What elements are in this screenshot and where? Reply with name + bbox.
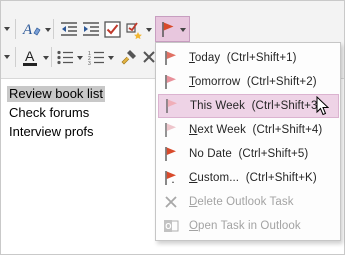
menu-item-label: Delete Outlook Task <box>189 196 294 208</box>
svg-text:A: A <box>22 22 33 38</box>
svg-text:3: 3 <box>88 61 91 65</box>
menu-item-next-week[interactable]: Next Week (Ctrl+Shift+4) <box>158 118 339 142</box>
menu-item-today[interactable]: Today (Ctrl+Shift+1) <box>158 46 339 70</box>
menu-item-tomorrow[interactable]: Tomorrow (Ctrl+Shift+2) <box>158 70 339 94</box>
menu-item-label: Next Week (Ctrl+Shift+4) <box>189 124 323 136</box>
font-color-dropdown-icon[interactable] <box>43 56 49 60</box>
menu-item-label: No Date (Ctrl+Shift+5) <box>189 148 309 160</box>
tag-icon[interactable] <box>124 19 144 39</box>
menu-item-this-week[interactable]: This Week (Ctrl+Shift+3) <box>158 94 339 118</box>
decrease-indent-icon[interactable] <box>59 19 79 39</box>
clear-formatting-icon[interactable]: A <box>21 18 43 40</box>
mouse-pointer-icon <box>316 95 330 119</box>
menu-item-delete-outlook-task: Delete Outlook Task <box>158 190 339 214</box>
toolbar-separator <box>53 19 54 39</box>
clear-formatting-dropdown-icon[interactable] <box>45 28 51 32</box>
flag-custom-icon <box>158 166 184 190</box>
outlook-task-button[interactable] <box>155 16 190 42</box>
menu-item-open-task-in-outlook: O Open Task in Outlook <box>158 214 339 238</box>
note-line-3[interactable]: Interview profs <box>9 122 105 141</box>
bullets-dropdown-icon[interactable] <box>77 56 83 60</box>
flag-pink-icon <box>159 94 185 118</box>
numbering-dropdown-icon[interactable] <box>108 56 114 60</box>
flag-pink-icon <box>158 118 184 142</box>
tag-dropdown-icon[interactable] <box>146 28 152 32</box>
menu-item-label: This Week (Ctrl+Shift+3) <box>190 100 322 112</box>
bullets-icon[interactable] <box>55 47 75 67</box>
outlook-task-menu: Today (Ctrl+Shift+1) Tomorrow (Ctrl+Shif… <box>155 42 341 241</box>
note-content[interactable]: Review book list Check forums Interview … <box>7 84 105 141</box>
toolbar-separator <box>15 47 16 67</box>
font-dropdown-icon[interactable] <box>2 47 12 67</box>
note-line-1[interactable]: Review book list <box>7 84 105 103</box>
menu-item-custom[interactable]: Custom... (Ctrl+Shift+K) <box>158 166 339 190</box>
toolbar-separator <box>15 19 16 39</box>
selected-text[interactable]: Review book list <box>7 86 105 102</box>
menu-item-no-date[interactable]: No Date (Ctrl+Shift+5) <box>158 142 339 166</box>
menu-item-label: Custom... (Ctrl+Shift+K) <box>189 172 317 184</box>
toolbar-separator <box>51 47 52 67</box>
note-line-2[interactable]: Check forums <box>9 103 105 122</box>
numbering-icon[interactable]: 1 2 3 <box>86 47 106 67</box>
outlook-task-dropdown-icon[interactable] <box>180 28 186 32</box>
svg-text:A: A <box>25 48 35 64</box>
increase-indent-icon[interactable] <box>81 19 101 39</box>
outlook-icon: O <box>158 214 184 238</box>
font-color-icon[interactable]: A <box>19 45 41 69</box>
svg-text:O: O <box>165 222 171 231</box>
flag-red-icon <box>158 70 184 94</box>
delete-x-icon <box>158 190 184 214</box>
to-do-checkbox-icon[interactable] <box>102 19 122 39</box>
menu-item-label: Tomorrow (Ctrl+Shift+2) <box>189 76 317 88</box>
font-size-dropdown-icon[interactable] <box>2 19 12 39</box>
flag-red-icon <box>158 142 184 166</box>
menu-item-label: Open Task in Outlook <box>189 220 301 232</box>
flag-red-icon <box>158 46 184 70</box>
menu-item-label: Today (Ctrl+Shift+1) <box>189 52 297 64</box>
format-painter-icon[interactable] <box>119 47 139 67</box>
